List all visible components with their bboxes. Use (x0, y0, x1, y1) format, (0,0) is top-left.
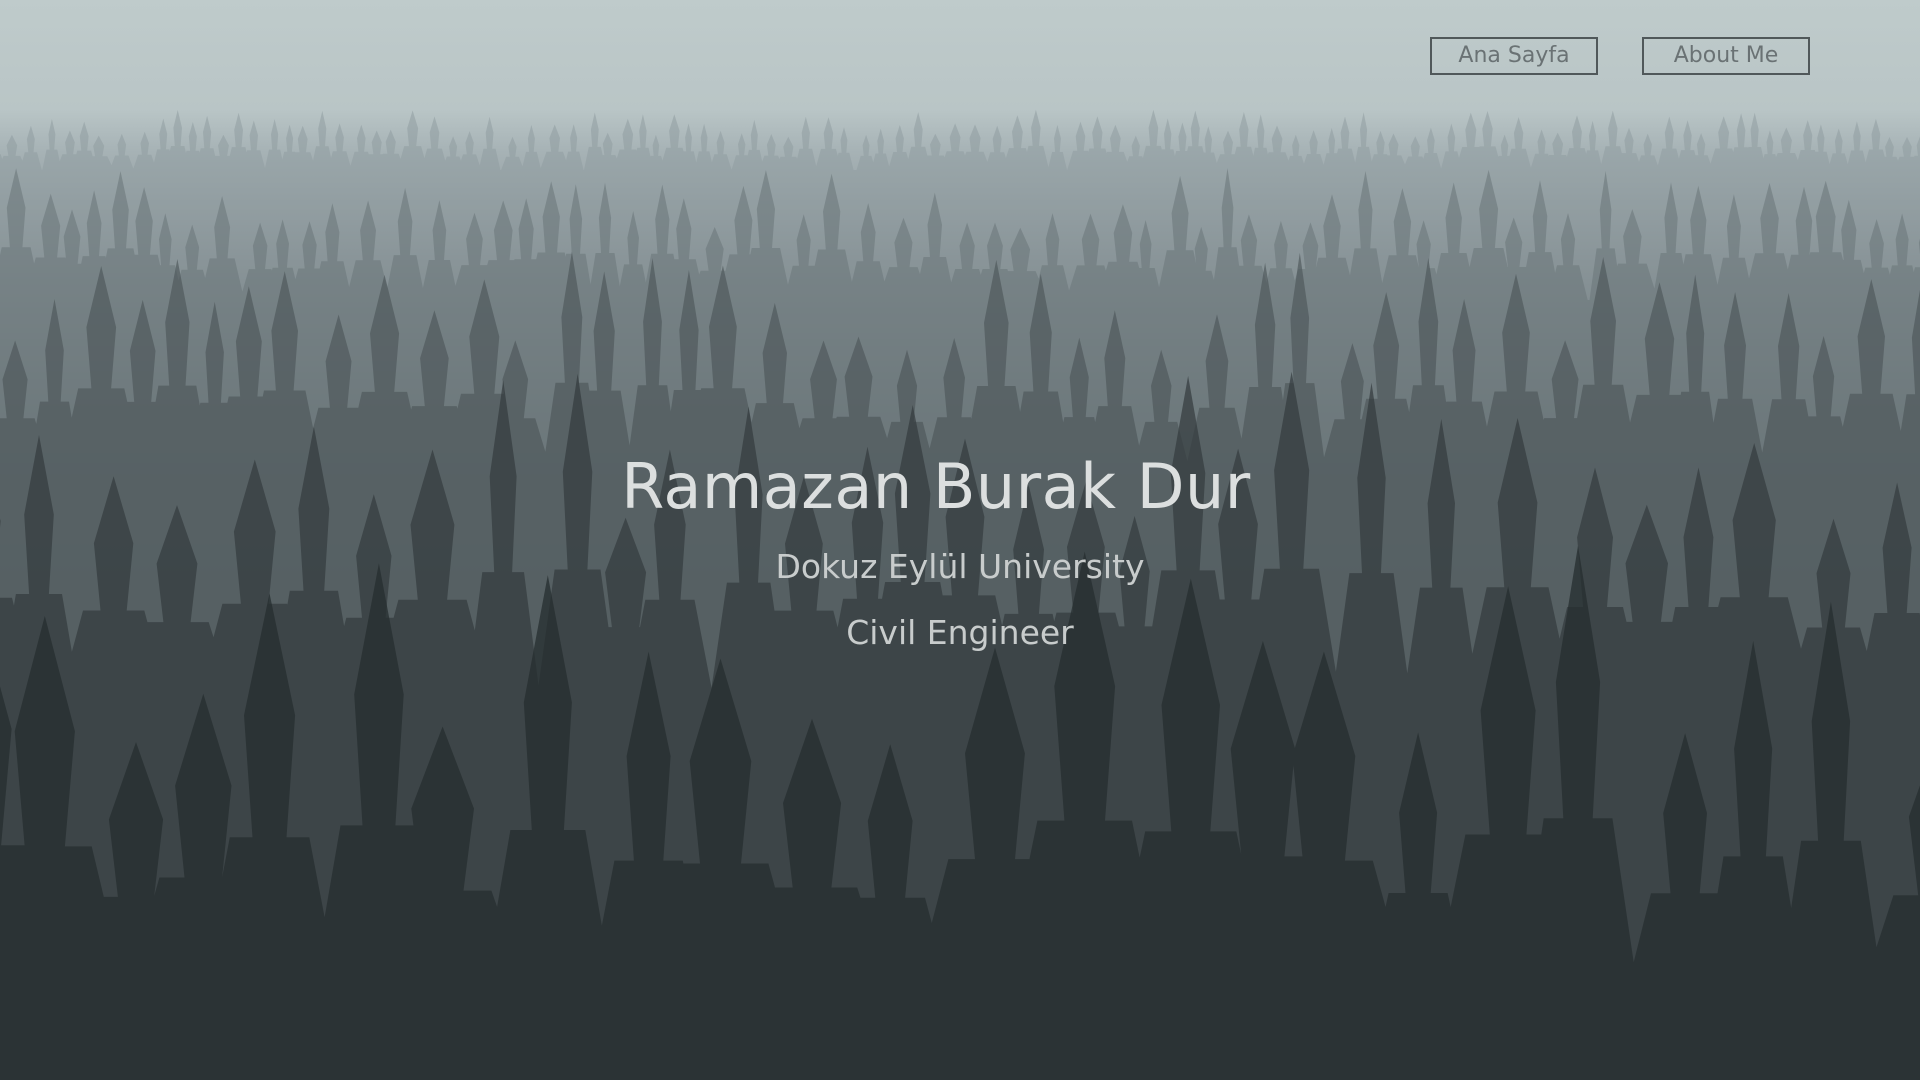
person-name: Ramazan Burak Dur (621, 450, 1251, 523)
nav-home-button[interactable]: Ana Sayfa (1430, 37, 1598, 75)
hero-text: Ramazan Burak Dur Dokuz Eylül University… (0, 440, 1920, 666)
hero-section: Ana Sayfa About Me Ramazan Burak Dur Dok… (0, 0, 1920, 1080)
profession-text: Civil Engineer (846, 613, 1074, 652)
top-navigation: Ana Sayfa About Me (1430, 37, 1810, 75)
university-text: Dokuz Eylül University (775, 547, 1145, 586)
nav-about-button[interactable]: About Me (1642, 37, 1810, 75)
